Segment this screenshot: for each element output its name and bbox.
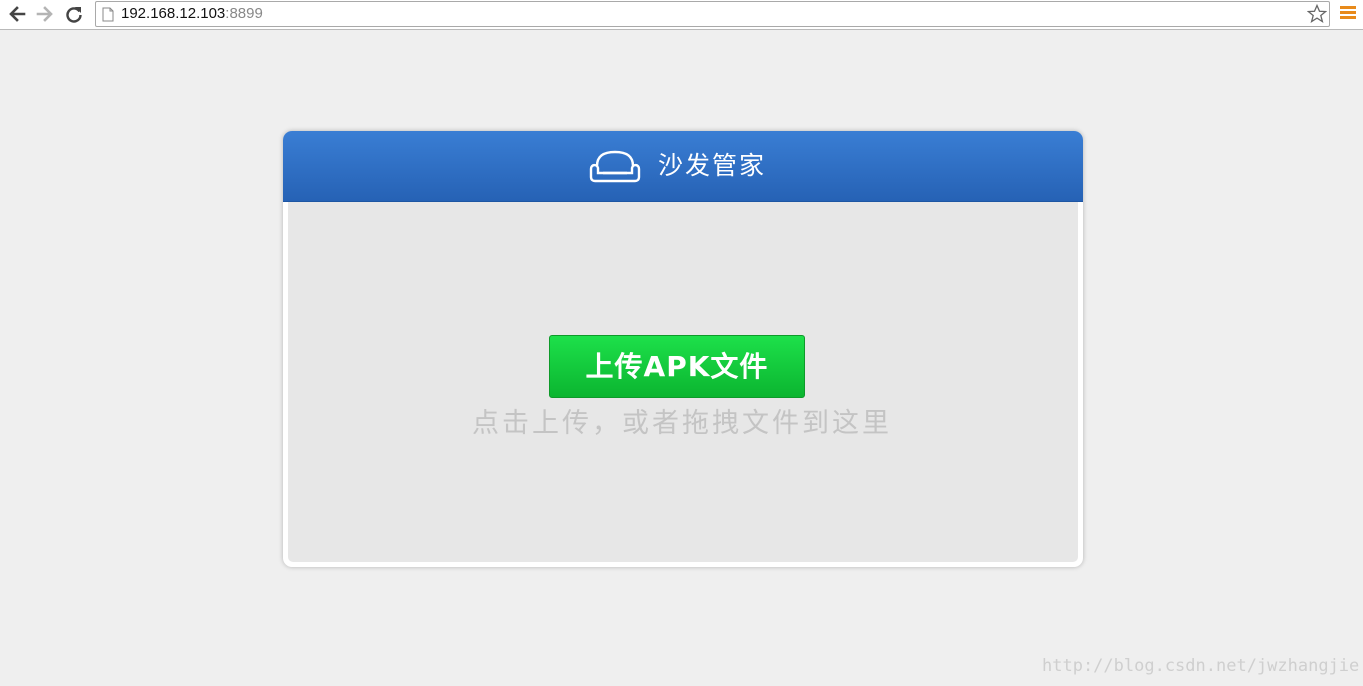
upload-card: 沙发管家 上传APK文件 点击上传，或者拖拽文件到这里 <box>283 131 1083 567</box>
upload-apk-button[interactable]: 上传APK文件 <box>549 335 805 398</box>
address-bar[interactable]: 192.168.12.103:8899 <box>95 1 1330 27</box>
url-text[interactable]: 192.168.12.103:8899 <box>121 5 263 23</box>
browser-toolbar: 192.168.12.103:8899 <box>0 0 1363 30</box>
forward-button[interactable] <box>33 2 57 26</box>
menu-icon[interactable] <box>1340 6 1356 22</box>
upload-hint: 点击上传，或者拖拽文件到这里 <box>472 408 892 439</box>
sofa-icon <box>589 150 641 183</box>
url-port: :8899 <box>225 5 263 22</box>
page-icon <box>102 7 114 22</box>
back-button[interactable] <box>5 2 29 26</box>
reload-icon <box>66 7 82 23</box>
url-host: 192.168.12.103 <box>121 5 226 22</box>
watermark: http://blog.csdn.net/jwzhangjie <box>1042 656 1360 676</box>
forward-arrow-icon <box>36 6 53 22</box>
card-header: 沙发管家 <box>283 131 1083 202</box>
star-icon[interactable] <box>1307 4 1327 24</box>
back-arrow-icon <box>9 6 26 22</box>
upload-drop-zone[interactable]: 上传APK文件 点击上传，或者拖拽文件到这里 <box>288 202 1078 562</box>
app-title: 沙发管家 <box>658 151 767 180</box>
reload-button[interactable] <box>62 2 86 26</box>
